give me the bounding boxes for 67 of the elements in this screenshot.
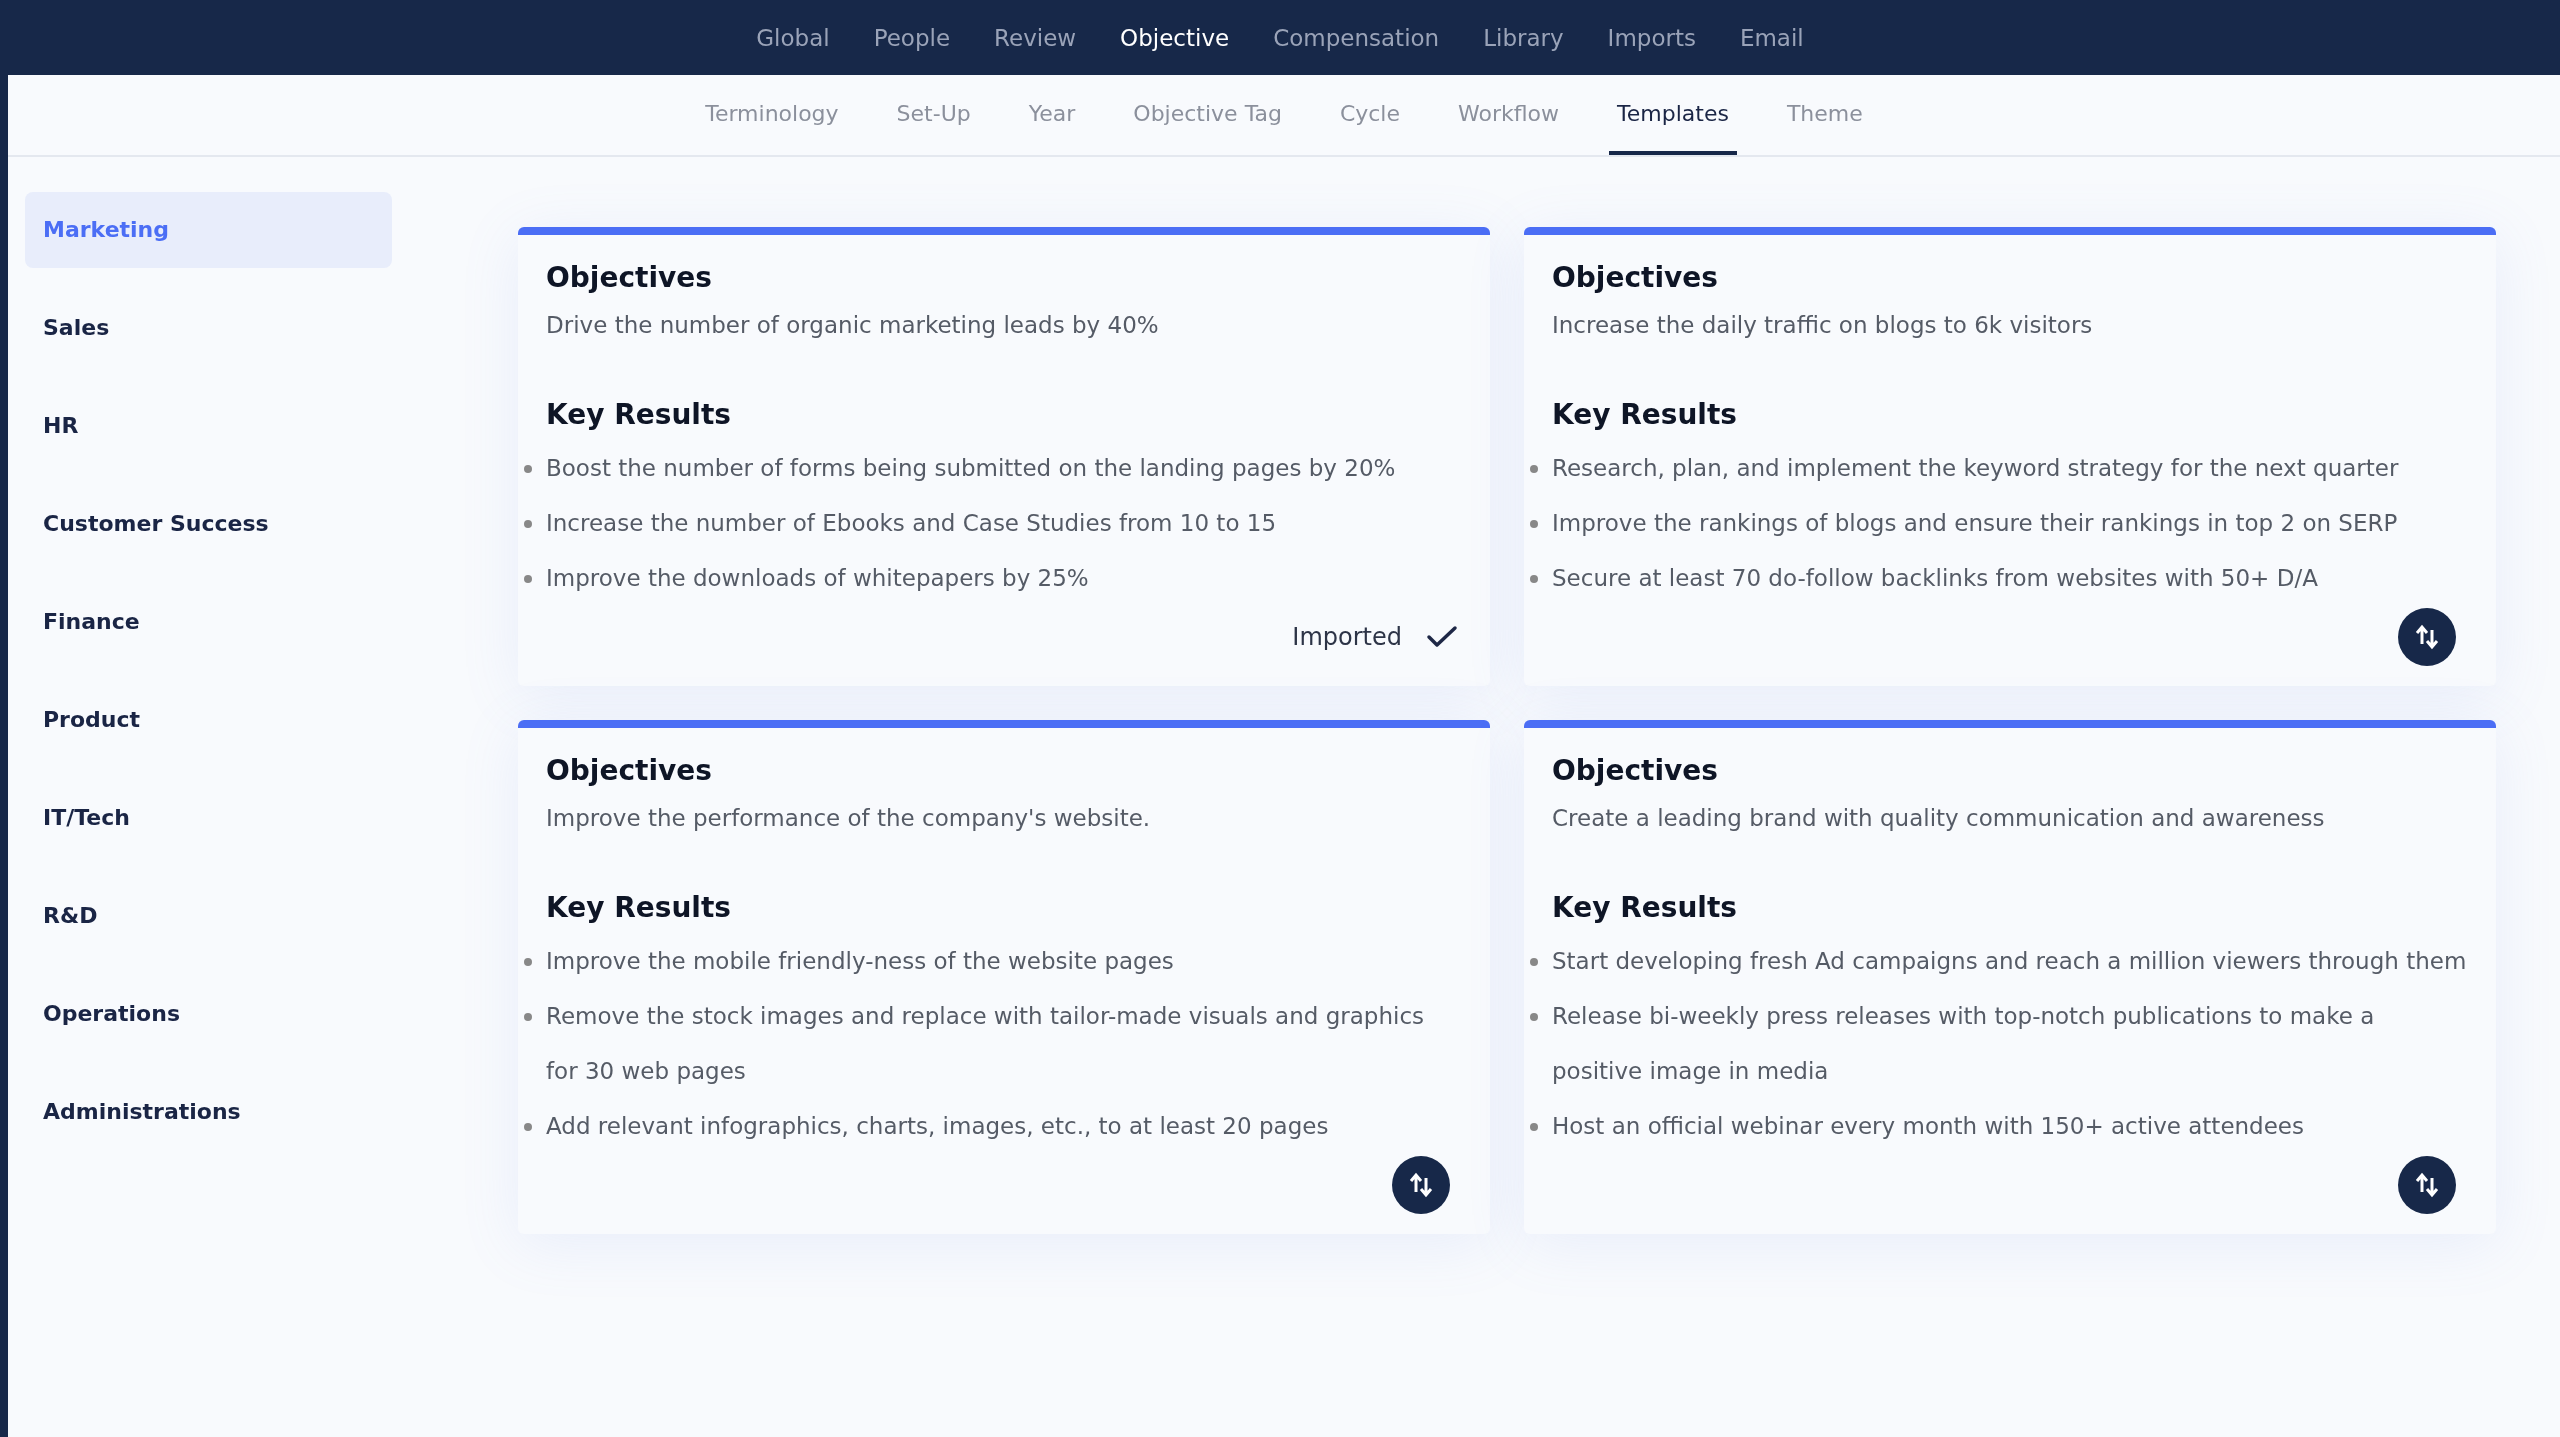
sidebar-item[interactable]: Administrations: [25, 1074, 392, 1150]
sidebar-item[interactable]: Sales: [25, 290, 392, 366]
bullet-icon: [524, 958, 532, 966]
objective-text: Drive the number of organic marketing leads by 40%: [546, 312, 1160, 338]
sidebar-item[interactable]: Finance: [25, 584, 392, 660]
key-result-item: Release bi-weekly press releases with top-notch publications to make a positive image in media: [1552, 1002, 2376, 1086]
sidebar-item[interactable]: IT/Tech: [25, 780, 392, 856]
nav-tab[interactable]: Global: [756, 24, 830, 51]
sidebar-item[interactable]: Operations: [25, 976, 392, 1052]
bullet-icon: [524, 1013, 532, 1021]
bullet-icon: [1530, 958, 1538, 966]
sub-tab[interactable]: Objective Tag: [1125, 75, 1290, 155]
nav-tab[interactable]: Objective: [1120, 24, 1230, 51]
sub-tab[interactable]: Theme: [1778, 75, 1871, 155]
nav-tab[interactable]: Compensation: [1273, 24, 1440, 51]
bullet-icon: [524, 465, 532, 473]
section-heading: Objectives: [1552, 261, 1719, 294]
section-heading: Objectives: [546, 754, 713, 787]
bullet-icon: [1530, 575, 1538, 583]
bullet-icon: [1530, 1123, 1538, 1131]
key-result-item: Add relevant infographics, charts, images, etc., to at least 20 pages: [546, 1112, 1329, 1141]
bullet-icon: [1530, 1013, 1538, 1021]
key-result-item: Secure at least 70 do-follow backlinks from websites with 50+ D/A: [1552, 564, 2318, 593]
section-heading: Key Results: [1552, 398, 1738, 431]
nav-tab[interactable]: Library: [1483, 24, 1564, 51]
sidebar-item[interactable]: R&D: [25, 878, 392, 954]
sub-tab[interactable]: Templates: [1609, 75, 1737, 155]
objective-text: Create a leading brand with quality communication and awareness: [1552, 805, 2326, 831]
objective-text: Improve the performance of the company's website.: [546, 805, 1152, 831]
sidebar-item[interactable]: Marketing: [25, 192, 392, 268]
key-result-item: Improve the rankings of blogs and ensure their rankings in top 2 on SERP: [1552, 509, 2398, 538]
key-result-item: Increase the number of Ebooks and Case Studies from 10 to 15: [546, 509, 1277, 538]
sidebar-item[interactable]: Product: [25, 682, 392, 758]
section-heading: Key Results: [546, 398, 732, 431]
section-heading: Key Results: [546, 891, 732, 924]
bullet-icon: [524, 520, 532, 528]
nav-tab[interactable]: Review: [994, 24, 1077, 51]
sub-tab[interactable]: Year: [1020, 75, 1084, 155]
section-heading: Key Results: [1552, 891, 1738, 924]
key-result-item: Host an official webinar every month with 150+ active attendees: [1552, 1112, 2304, 1141]
import-button[interactable]: [2398, 1156, 2456, 1214]
bullet-icon: [524, 575, 532, 583]
section-heading: Objectives: [546, 261, 713, 294]
section-heading: Objectives: [1552, 754, 1719, 787]
key-result-item: Research, plan, and implement the keyword strategy for the next quarter: [1552, 454, 2399, 483]
objective-text: Increase the daily traffic on blogs to 6k visitors: [1552, 312, 2094, 338]
import-button[interactable]: [1392, 1156, 1450, 1214]
sub-tab[interactable]: Cycle: [1331, 75, 1408, 155]
key-result-item: Improve the mobile friendly-ness of the website pages: [546, 947, 1174, 976]
checkmark-icon: [1426, 624, 1458, 650]
key-result-item: Remove the stock images and replace with tailor-made visuals and graphics for 30 web pages: [546, 1002, 1426, 1086]
bullet-icon: [524, 1123, 532, 1131]
nav-tab[interactable]: Imports: [1607, 24, 1696, 51]
sidebar-item[interactable]: HR: [25, 388, 392, 464]
sub-tab[interactable]: Set-Up: [888, 75, 979, 155]
import-button[interactable]: [2398, 608, 2456, 666]
sub-tab[interactable]: Terminology: [697, 75, 847, 155]
bullet-icon: [1530, 465, 1538, 473]
bullet-icon: [1530, 520, 1538, 528]
key-result-item: Boost the number of forms being submitted on the landing pages by 20%: [546, 454, 1396, 483]
nav-tab[interactable]: Email: [1739, 24, 1804, 51]
imported-label: Imported: [1292, 623, 1402, 651]
key-result-item: Start developing fresh Ad campaigns and reach a million viewers through them: [1552, 947, 2467, 976]
key-result-item: Improve the downloads of whitepapers by 25%: [546, 564, 1089, 593]
sub-tab[interactable]: Workflow: [1450, 75, 1568, 155]
nav-tab[interactable]: People: [873, 24, 951, 51]
sidebar-item[interactable]: Customer Success: [25, 486, 392, 562]
